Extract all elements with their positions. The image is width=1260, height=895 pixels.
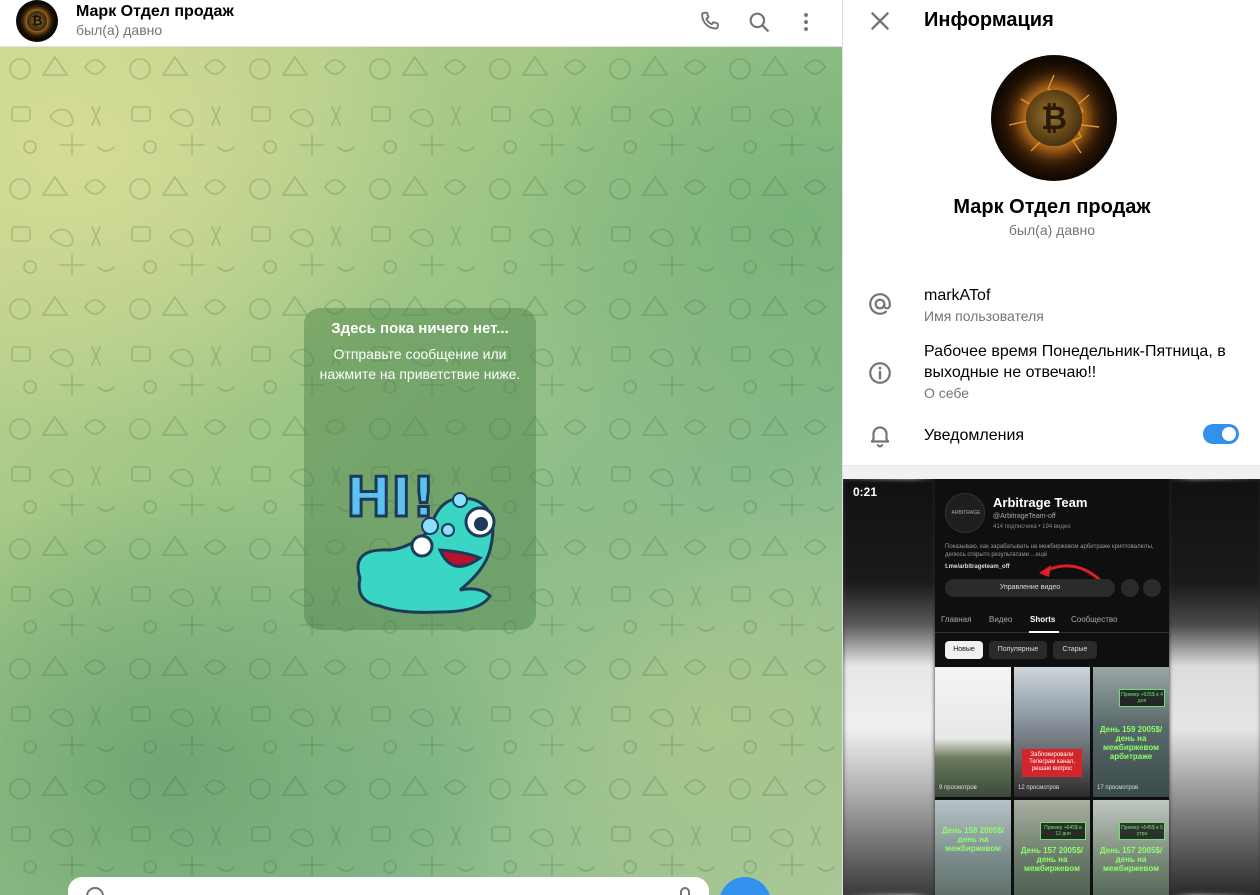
emoji-icon[interactable] <box>86 887 104 895</box>
short-views: 12 просмотров <box>1018 785 1060 791</box>
short-caption: День 157 2005$/день на межбиржевом <box>1099 846 1163 873</box>
info-panel: Информация ₿ Марк Отдел продаж был(а) да… <box>842 0 1260 895</box>
tab-community: Сообщество <box>1071 615 1118 624</box>
media-blur-left <box>843 479 935 895</box>
notifications-toggle[interactable] <box>1203 424 1239 444</box>
short-views: 9 просмотров <box>939 785 977 791</box>
channel-logo-text: ARBITRAGE <box>951 510 981 516</box>
channel-name: Arbitrage Team <box>993 495 1088 510</box>
avatar[interactable]: ₿ <box>16 0 58 42</box>
channel-link: t.me/arbitrageteam_off <box>945 564 1010 570</box>
chat-status: был(а) давно <box>76 22 163 38</box>
analytics-icon <box>1121 579 1139 597</box>
short-badge: Пример +645$ в 5 утра <box>1119 822 1165 840</box>
video-frame: ARBITRAGE Arbitrage Team @ArbitrageTeam-… <box>935 479 1169 895</box>
username-label: Имя пользователя <box>924 308 1044 324</box>
shorts-grid: 9 просмотров Заблокировали Телеграм кана… <box>935 667 1169 895</box>
notifications-label[interactable]: Уведомления <box>924 425 1024 446</box>
info-icon <box>869 362 891 384</box>
short-thumbnail: Пример +645$ в 5 утра День 157 2005$/ден… <box>1093 800 1169 895</box>
short-thumbnail: День 158 2005$/день на межбиржевом <box>935 800 1011 895</box>
tab-underline <box>1029 631 1059 633</box>
phone-icon[interactable] <box>697 9 723 35</box>
chip-new: Новые <box>945 641 983 659</box>
short-thumbnail: Пример +645$ в 12 дня День 157 2005$/ден… <box>1014 800 1090 895</box>
channel-logo: ARBITRAGE <box>945 493 985 533</box>
section-divider <box>843 465 1260 479</box>
tab-videos: Видео <box>989 615 1013 624</box>
empty-chat-card: Здесь пока ничего нет... Отправьте сообщ… <box>304 308 536 630</box>
short-caption: День 159 2005$/день на межбиржевом арбит… <box>1099 725 1163 761</box>
short-caption: День 157 2005$/день на межбиржевом <box>1020 846 1084 873</box>
channel-stats: 414 подписчика • 194 видео <box>993 524 1071 530</box>
edit-icon <box>1143 579 1161 597</box>
tab-home: Главная <box>941 615 972 624</box>
chip-popular: Популярные <box>989 641 1047 659</box>
short-caption: Заблокировали Телеграм канал, решаю вопр… <box>1022 749 1082 777</box>
manage-videos-button: Управление видео <box>945 579 1115 597</box>
tab-shorts: Shorts <box>1030 615 1056 624</box>
chip-old: Старые <box>1053 641 1097 659</box>
bio-value[interactable]: Рабочее время Понедельник-Пятница, в вых… <box>924 341 1244 383</box>
channel-handle: @ArbitrageTeam-off <box>993 513 1056 520</box>
info-header: Информация <box>843 0 1260 40</box>
greeting-sticker[interactable]: HI! <box>340 448 510 618</box>
short-thumbnail: Заблокировали Телеграм канал, решаю вопр… <box>1014 667 1090 797</box>
short-badge: Пример +645$ в 12 дня <box>1040 822 1086 840</box>
chat-background: Здесь пока ничего нет... Отправьте сообщ… <box>0 47 842 895</box>
info-title: Информация <box>924 9 1054 31</box>
search-icon[interactable] <box>746 9 772 35</box>
short-thumbnail: 9 просмотров <box>935 667 1011 797</box>
short-views: 17 просмотров <box>1097 785 1139 791</box>
channel-tabs: Главная Видео Shorts Сообщество <box>935 613 1169 633</box>
profile-avatar[interactable]: ₿ <box>991 55 1117 181</box>
chat-panel: ₿ Марк Отдел продаж был(а) давно Здесь п… <box>0 0 842 895</box>
bio-label: О себе <box>924 385 970 401</box>
short-badge: Пример +925$ в 4 дня <box>1119 689 1165 707</box>
short-thumbnail: Пример +925$ в 4 дня День 159 2005$/день… <box>1093 667 1169 797</box>
media-blur-right <box>1169 479 1260 895</box>
channel-description: Показываю, как зарабатывать на межбиржев… <box>945 544 1154 558</box>
bell-icon <box>870 426 890 448</box>
at-sign-icon <box>869 293 891 315</box>
profile-name: Марк Отдел продаж <box>953 196 1151 218</box>
chat-title[interactable]: Марк Отдел продаж <box>76 3 234 21</box>
sticker-text: HI! <box>346 466 436 529</box>
attach-icon[interactable] <box>680 887 690 895</box>
empty-chat-text: Отправьте сообщение или нажмите на приве… <box>319 346 521 382</box>
video-duration: 0:21 <box>853 485 878 499</box>
empty-chat-title: Здесь пока ничего нет... <box>331 320 509 337</box>
username-value[interactable]: markATof <box>924 285 990 306</box>
profile-status: был(а) давно <box>1008 222 1096 238</box>
message-composer[interactable] <box>68 877 709 895</box>
shared-media-video[interactable]: 0:21 ARBITRAGE Arbitrage Team @Arbitrage… <box>843 479 1260 895</box>
chat-header[interactable]: ₿ Марк Отдел продаж был(а) давно <box>0 0 842 47</box>
short-caption: День 158 2005$/день на межбиржевом <box>941 826 1005 853</box>
close-icon[interactable] <box>867 8 893 34</box>
more-vertical-icon[interactable] <box>793 9 819 35</box>
